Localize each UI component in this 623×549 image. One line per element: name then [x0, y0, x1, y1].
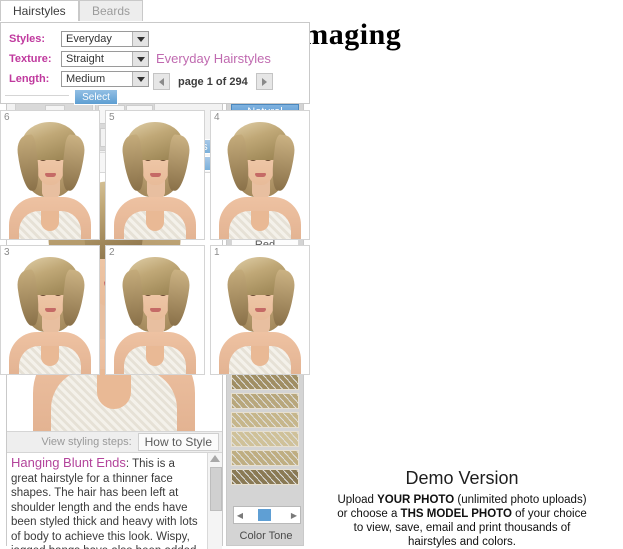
demo-line1-c: (unlimited photo uploads) [454, 494, 587, 506]
hairstyle-thumbnail[interactable]: 2 [105, 245, 205, 375]
chevron-down-icon[interactable] [132, 52, 148, 66]
demo-description: Upload YOUR PHOTO (unlimited photo uploa… [307, 493, 617, 549]
demo-line3: to view, save, email and print thousands… [353, 522, 571, 534]
scroll-up-icon[interactable] [210, 455, 220, 462]
demo-line2-b: THS MODEL PHOTO [400, 508, 512, 520]
styles-tabbar: Hairstyles Beards [0, 0, 310, 22]
hairstyle-thumbnail[interactable]: 6 [0, 110, 100, 240]
select-button[interactable]: Select [74, 89, 118, 105]
tab-hairstyles[interactable]: Hairstyles [0, 0, 79, 21]
scroll-thumb[interactable] [210, 467, 222, 511]
length-select[interactable]: Medium [61, 71, 149, 87]
tone-slider-left-arrow[interactable]: ◀ [234, 511, 246, 520]
chevron-down-icon[interactable] [132, 32, 148, 46]
demo-line2-a: or choose a [337, 508, 401, 520]
app-root: Hair Imaging Photo Control – + Reset Ema… [0, 0, 623, 549]
thumbnail-portrait-image [211, 252, 309, 374]
thumbnail-number: 5 [109, 112, 115, 123]
tab-beards[interactable]: Beards [79, 0, 144, 21]
tone-swatch-11[interactable] [231, 450, 299, 466]
texture-select-value: Straight [66, 53, 104, 65]
tone-swatch-12[interactable] [231, 469, 299, 485]
styles-select-value: Everyday [66, 33, 112, 45]
texture-select[interactable]: Straight [61, 51, 149, 67]
pager-prev-button[interactable] [153, 73, 170, 90]
thumbnail-number: 3 [4, 247, 10, 258]
demo-line4: hairstyles and colors. [407, 536, 517, 548]
chevron-down-icon[interactable] [132, 72, 148, 86]
description-text: Hanging Blunt Ends: This is a great hair… [7, 453, 208, 549]
pager-next-button[interactable] [255, 73, 273, 90]
results-pager: page 1 of 294 [153, 73, 273, 90]
demo-line1-b: YOUR PHOTO [377, 494, 455, 506]
hairstyle-thumbnail[interactable]: 1 [210, 245, 310, 375]
hairstyle-thumbnail[interactable]: 4 [210, 110, 310, 240]
description-scrollbar[interactable] [207, 453, 222, 549]
length-filter-row: Length: Medium [9, 71, 149, 87]
length-filter-label: Length: [9, 73, 50, 85]
styles-filter-row: Styles: Everyday [9, 31, 149, 47]
length-select-value: Medium [66, 73, 106, 85]
tone-swatch-8[interactable] [231, 393, 299, 409]
demo-line1-a: Upload [337, 494, 378, 506]
thumbnail-number: 1 [214, 247, 220, 258]
description-body: : This is a great hairstyle for a thinne… [11, 458, 198, 549]
styles-select[interactable]: Everyday [61, 31, 149, 47]
hairstyle-thumbnail[interactable]: 5 [105, 110, 205, 240]
demo-line2-c: of your choice [511, 508, 587, 520]
styling-steps-label: View styling steps: [41, 436, 132, 448]
thumbnail-number: 6 [4, 112, 10, 123]
styles-filter-label: Styles: [9, 33, 46, 45]
thumbnail-number: 4 [214, 112, 220, 123]
tone-swatch-10[interactable] [231, 431, 299, 447]
demo-version-block: Demo Version Upload YOUR PHOTO (unlimite… [307, 468, 617, 549]
results-title: Everyday Hairstyles [156, 51, 271, 66]
pager-text: page 1 of 294 [178, 75, 248, 88]
description-panel: Hanging Blunt Ends: This is a great hair… [7, 453, 222, 549]
thumbnail-number: 2 [109, 247, 115, 258]
styles-panel: Hairstyles Beards Styles: Everyday Textu… [0, 0, 310, 388]
select-divider [5, 95, 69, 96]
tone-swatch-9[interactable] [231, 412, 299, 428]
thumbnail-portrait-image [106, 117, 204, 239]
tone-slider-right-arrow[interactable]: ▶ [288, 511, 300, 520]
styles-filter-body: Styles: Everyday Texture: Straight Lengt… [0, 22, 310, 105]
thumbnail-portrait-image [1, 117, 99, 239]
styling-steps-bar: View styling steps: How to Style [7, 431, 222, 453]
tone-swatch-7[interactable] [231, 374, 299, 390]
texture-filter-label: Texture: [9, 53, 52, 65]
description-title: Hanging Blunt Ends [11, 455, 126, 470]
color-tone-label: Color Tone [239, 530, 293, 542]
thumbnail-portrait-image [106, 252, 204, 374]
tone-slider-track[interactable] [246, 508, 288, 522]
tone-slider-knob[interactable] [258, 509, 271, 521]
texture-filter-row: Texture: Straight [9, 51, 149, 67]
color-tone-slider[interactable]: ◀ ▶ [233, 506, 301, 524]
hairstyle-thumbnail[interactable]: 3 [0, 245, 100, 375]
thumbnail-portrait-image [211, 117, 309, 239]
how-to-style-button[interactable]: How to Style [137, 433, 219, 451]
thumbnail-portrait-image [1, 252, 99, 374]
hairstyle-thumbnail-grid: 6 5 4 3 2 1 [0, 110, 310, 375]
demo-title: Demo Version [405, 468, 519, 488]
